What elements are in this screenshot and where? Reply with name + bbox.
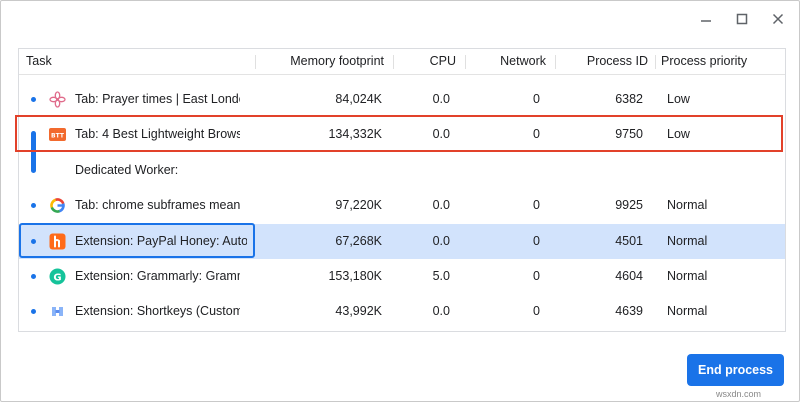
column-divider[interactable] [393, 55, 394, 69]
column-divider[interactable] [465, 55, 466, 69]
flower-icon [49, 91, 66, 108]
minimize-icon[interactable] [696, 9, 716, 29]
table-row[interactable]: Tab: Prayer times | East London 84,024K … [19, 82, 785, 117]
network-value: 0 [533, 198, 540, 212]
task-name: Tab: Prayer times | East London [75, 92, 240, 106]
network-value: 0 [533, 234, 540, 248]
column-header-process-priority[interactable]: Process priority [661, 49, 781, 74]
memory-value: 97,220K [335, 198, 382, 212]
svg-text:G: G [53, 272, 61, 283]
memory-value: 134,332K [328, 127, 382, 141]
process-id-value: 9750 [615, 127, 643, 141]
table-row[interactable]: Dedicated Worker: [19, 153, 785, 188]
table-header: Task Memory footprint CPU Network Proces… [19, 49, 785, 75]
process-id-value: 4639 [615, 304, 643, 318]
network-value: 0 [533, 92, 540, 106]
network-value: 0 [533, 127, 540, 141]
column-header-cpu[interactable]: CPU [397, 49, 456, 74]
table-row[interactable]: G Extension: Grammarly: Gramma 153,180K … [19, 259, 785, 294]
column-divider[interactable] [655, 55, 656, 69]
row-bullet [31, 239, 36, 244]
table-row-selected[interactable]: Extension: PayPal Honey: Autom 67,268K 0… [19, 224, 785, 259]
cpu-value: 0.0 [432, 198, 450, 212]
watermark: wsxdn.com [716, 389, 762, 399]
task-name: Extension: Grammarly: Gramma [75, 269, 240, 283]
honey-icon [49, 233, 66, 250]
cpu-value: 0.0 [432, 92, 450, 106]
table-row[interactable]: Tab: chrome subframes meanin 97,220K 0.0… [19, 188, 785, 223]
row-bullet [31, 203, 36, 208]
end-process-button[interactable]: End process [687, 354, 784, 386]
network-value: 0 [533, 269, 540, 283]
title-bar [669, 1, 799, 37]
cpu-value: 5.0 [432, 269, 450, 283]
table-row[interactable]: Extension: Shortkeys (Custom K 43,992K 0… [19, 294, 785, 329]
cpu-value: 0.0 [432, 234, 450, 248]
column-header-process-id[interactable]: Process ID [559, 49, 648, 74]
priority-value: Low [667, 127, 690, 141]
row-bullet [31, 97, 36, 102]
task-name: Tab: chrome subframes meanin [75, 198, 240, 212]
priority-value: Normal [667, 198, 708, 212]
network-value: 0 [533, 304, 540, 318]
maximize-icon[interactable] [732, 9, 752, 29]
column-header-task[interactable]: Task [26, 49, 226, 74]
close-icon[interactable] [768, 9, 788, 29]
task-name: Dedicated Worker: [75, 163, 179, 177]
priority-value: Normal [667, 234, 708, 248]
cpu-value: 0.0 [432, 127, 450, 141]
memory-value: 43,992K [335, 304, 382, 318]
task-name: Tab: 4 Best Lightweight Browser [75, 127, 240, 141]
process-id-value: 4501 [615, 234, 643, 248]
cpu-value: 0.0 [432, 304, 450, 318]
row-bullet [31, 274, 36, 279]
process-table: Task Memory footprint CPU Network Proces… [18, 48, 786, 332]
google-icon [49, 197, 66, 214]
process-id-value: 9925 [615, 198, 643, 212]
shortkeys-icon [49, 303, 66, 320]
column-divider[interactable] [555, 55, 556, 69]
priority-value: Normal [667, 304, 708, 318]
memory-value: 67,268K [335, 234, 382, 248]
memory-value: 153,180K [328, 269, 382, 283]
task-name: Extension: PayPal Honey: Autom [75, 234, 247, 248]
btt-logo-icon: BTT [49, 126, 66, 143]
task-name: Extension: Shortkeys (Custom K [75, 304, 240, 318]
priority-value: Low [667, 92, 690, 106]
process-id-value: 4604 [615, 269, 643, 283]
task-manager-window: Task Memory footprint CPU Network Proces… [0, 0, 800, 402]
memory-value: 84,024K [335, 92, 382, 106]
priority-value: Normal [667, 269, 708, 283]
row-bullet [31, 309, 36, 314]
process-id-value: 6382 [615, 92, 643, 106]
column-header-network[interactable]: Network [469, 49, 546, 74]
grammarly-icon: G [49, 268, 66, 285]
scroll-indicator[interactable] [31, 131, 36, 173]
column-divider[interactable] [255, 55, 256, 69]
column-header-memory[interactable]: Memory footprint [259, 49, 384, 74]
table-row[interactable]: BTT Tab: 4 Best Lightweight Browser 134,… [19, 117, 785, 152]
svg-text:BTT: BTT [51, 133, 65, 140]
